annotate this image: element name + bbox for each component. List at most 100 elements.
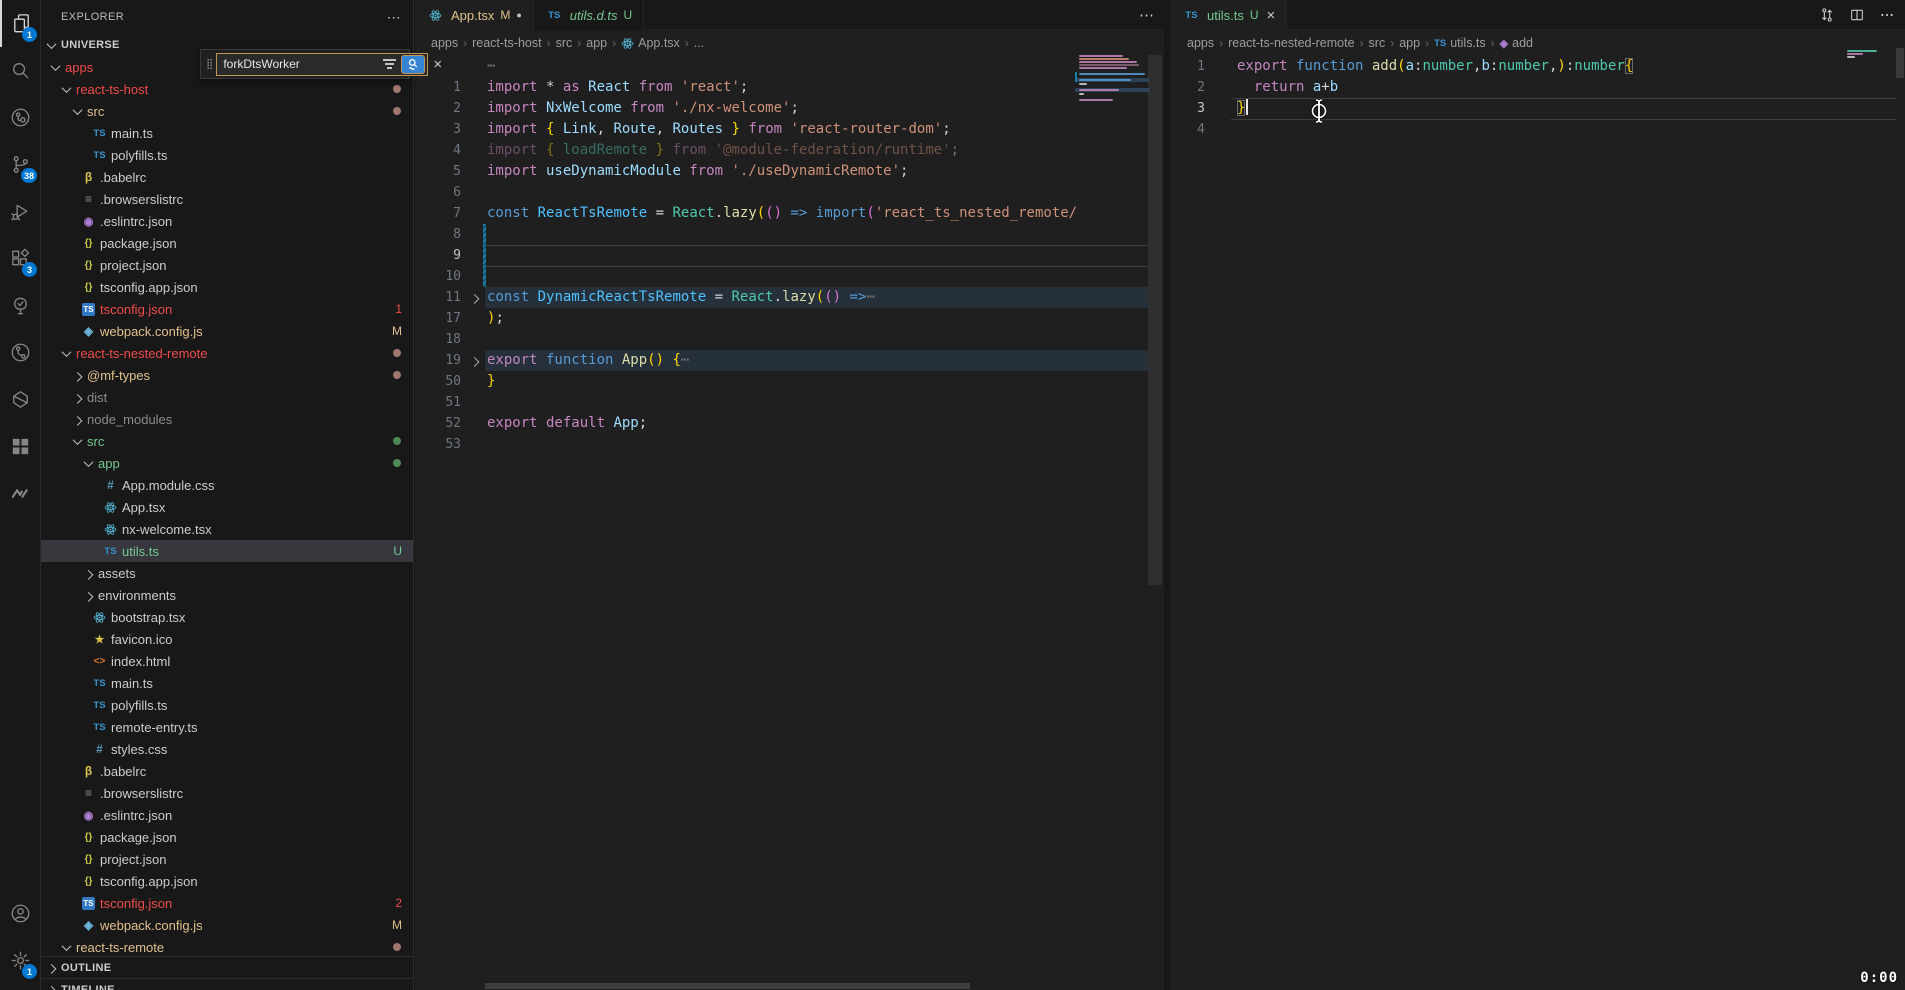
- source-control-icon[interactable]: 38: [0, 141, 41, 188]
- vertical-scrollbar[interactable]: [1148, 55, 1162, 585]
- tree-item-App.module.css[interactable]: #App.module.css: [41, 474, 413, 496]
- code-line-3[interactable]: 3import { Link, Route, Routes } from 're…: [415, 119, 1164, 140]
- projects-grid-icon[interactable]: [0, 423, 41, 470]
- filter-icon[interactable]: [383, 59, 396, 69]
- breadcrumb-item-add[interactable]: ◈add: [1500, 36, 1533, 50]
- tree-item-utils.ts[interactable]: TSutils.tsU: [41, 540, 413, 562]
- breadcrumb[interactable]: apps›react-ts-host›src›app›App.tsx›...: [415, 30, 1164, 56]
- breadcrumb-item-...[interactable]: ...: [694, 36, 704, 50]
- code-line-8[interactable]: 8: [415, 224, 1164, 245]
- tree-item-project.json[interactable]: {}project.json: [41, 848, 413, 870]
- tree-item-remote-entry.ts[interactable]: TSremote-entry.ts: [41, 716, 413, 738]
- tree-item-polyfills.ts[interactable]: TSpolyfills.ts: [41, 144, 413, 166]
- tree-item-tsconfig.app.json[interactable]: {}tsconfig.app.json: [41, 870, 413, 892]
- tree-item-src[interactable]: src: [41, 430, 413, 452]
- tree-item-app[interactable]: app: [41, 452, 413, 474]
- more-actions-icon[interactable]: ⋯: [1139, 6, 1154, 24]
- tree-item-assets[interactable]: assets: [41, 562, 413, 584]
- code-line-19[interactable]: 19export function App() {⋯: [415, 350, 1164, 371]
- dirty-dot-icon[interactable]: ●: [516, 10, 521, 20]
- code-editor-app-tsx[interactable]: ⋯1import * as React from 'react';2import…: [415, 56, 1164, 455]
- tree-item-nx-welcome.tsx[interactable]: nx-welcome.tsx: [41, 518, 413, 540]
- code-line-51[interactable]: 51: [415, 392, 1164, 413]
- code-line-18[interactable]: 18: [415, 329, 1164, 350]
- fold-chevron-icon[interactable]: [461, 350, 487, 371]
- fuzzy-match-button[interactable]: [401, 55, 425, 74]
- code-line-10[interactable]: 10: [415, 266, 1164, 287]
- code-line-6[interactable]: 6: [415, 182, 1164, 203]
- tree-item-bootstrap.tsx[interactable]: bootstrap.tsx: [41, 606, 413, 628]
- tree-item-src[interactable]: src: [41, 100, 413, 122]
- code-line-4[interactable]: 4: [1171, 119, 1905, 140]
- tree-item-App.tsx[interactable]: App.tsx: [41, 496, 413, 518]
- more-icon[interactable]: [1879, 7, 1895, 23]
- tree-item-tsconfig.app.json[interactable]: {}tsconfig.app.json: [41, 276, 413, 298]
- tree-item-node_modules[interactable]: node_modules: [41, 408, 413, 430]
- tree-item-environments[interactable]: environments: [41, 584, 413, 606]
- search-icon[interactable]: [0, 47, 41, 94]
- vertical-scrollbar[interactable]: [1896, 48, 1904, 78]
- tree-find-input[interactable]: [223, 57, 378, 71]
- tree-item-webpack.config.js[interactable]: ◈webpack.config.jsM: [41, 914, 413, 936]
- git-graph-icon[interactable]: [0, 329, 41, 376]
- code-line-2[interactable]: 2 return a+b: [1171, 77, 1905, 98]
- tab-App.tsx[interactable]: App.tsxM●: [415, 0, 534, 30]
- tree-item-tsconfig.json[interactable]: TStsconfig.json2: [41, 892, 413, 914]
- tree-item-dist[interactable]: dist: [41, 386, 413, 408]
- nx-console-icon[interactable]: [0, 376, 41, 423]
- explorer-icon[interactable]: 1: [0, 0, 41, 47]
- tree-item-favicon.ico[interactable]: ★favicon.ico: [41, 628, 413, 650]
- settings-icon[interactable]: 1: [0, 937, 41, 984]
- tree-item-.eslintrc.json[interactable]: ◉.eslintrc.json: [41, 804, 413, 826]
- breadcrumb-item-react-ts-host[interactable]: react-ts-host: [472, 36, 541, 50]
- tree-item-react-ts-nested-remote[interactable]: react-ts-nested-remote: [41, 342, 413, 364]
- split-editor-icon[interactable]: [1849, 7, 1865, 23]
- tree-item-.browserslistrc[interactable]: ≡.browserslistrc: [41, 782, 413, 804]
- outline-section[interactable]: OUTLINE: [41, 956, 413, 978]
- wave-icon[interactable]: [0, 470, 41, 517]
- code-line-11[interactable]: 11const DynamicReactTsRemote = React.laz…: [415, 287, 1164, 308]
- breadcrumb-item-apps[interactable]: apps: [431, 36, 458, 50]
- tab-utils.d.ts[interactable]: TSutils.d.tsU: [534, 0, 644, 30]
- tab-utils.ts[interactable]: TSutils.tsU×: [1171, 0, 1287, 30]
- close-icon[interactable]: ×: [1267, 7, 1276, 24]
- tree-item-styles.css[interactable]: #styles.css: [41, 738, 413, 760]
- code-line-1[interactable]: 1export function add(a:number,b:number,)…: [1171, 56, 1905, 77]
- breadcrumb-item-app[interactable]: app: [1399, 36, 1420, 50]
- close-icon[interactable]: ×: [433, 56, 442, 73]
- code-line-9[interactable]: 9: [415, 245, 1164, 266]
- minimap[interactable]: [1845, 48, 1885, 110]
- code-line-ellipsis[interactable]: ⋯: [415, 56, 1164, 77]
- breadcrumb[interactable]: apps›react-ts-nested-remote›src›app›TSut…: [1171, 30, 1905, 56]
- drag-handle-icon[interactable]: ⣿: [206, 59, 213, 70]
- breadcrumb-item-src[interactable]: src: [556, 36, 573, 50]
- accounts-icon[interactable]: [0, 890, 41, 937]
- code-editor-utils-ts[interactable]: 1export function add(a:number,b:number,)…: [1171, 56, 1905, 140]
- code-line-2[interactable]: 2import NxWelcome from './nx-welcome';: [415, 98, 1164, 119]
- testing-tree-icon[interactable]: [0, 282, 41, 329]
- tree-item-tsconfig.json[interactable]: TStsconfig.json1: [41, 298, 413, 320]
- tree-item-project.json[interactable]: {}project.json: [41, 254, 413, 276]
- timeline-section[interactable]: TIMELINE: [41, 978, 413, 990]
- code-line-5[interactable]: 5import useDynamicModule from './useDyna…: [415, 161, 1164, 182]
- run-debug-icon[interactable]: [0, 188, 41, 235]
- code-line-1[interactable]: 1import * as React from 'react';: [415, 77, 1164, 98]
- tree-item-main.ts[interactable]: TSmain.ts: [41, 672, 413, 694]
- tree-item-webpack.config.js[interactable]: ◈webpack.config.jsM: [41, 320, 413, 342]
- code-line-3[interactable]: 3}: [1171, 98, 1905, 119]
- tree-item-react-ts-host[interactable]: react-ts-host: [41, 78, 413, 100]
- code-line-52[interactable]: 52export default App;: [415, 413, 1164, 434]
- breadcrumb-item-apps[interactable]: apps: [1187, 36, 1214, 50]
- tree-item-package.json[interactable]: {}package.json: [41, 232, 413, 254]
- tree-item-polyfills.ts[interactable]: TSpolyfills.ts: [41, 694, 413, 716]
- explorer-more-actions-icon[interactable]: ⋯: [387, 9, 401, 26]
- tree-item-main.ts[interactable]: TSmain.ts: [41, 122, 413, 144]
- minimap[interactable]: [1075, 53, 1149, 115]
- breadcrumb-item-src[interactable]: src: [1369, 36, 1386, 50]
- horizontal-scrollbar[interactable]: [485, 983, 970, 989]
- tree-item-.browserslistrc[interactable]: ≡.browserslistrc: [41, 188, 413, 210]
- breadcrumb-item-app[interactable]: app: [586, 36, 607, 50]
- code-line-17[interactable]: 17);: [415, 308, 1164, 329]
- tree-item-index.html[interactable]: <>index.html: [41, 650, 413, 672]
- breadcrumb-item-App.tsx[interactable]: App.tsx: [621, 36, 680, 50]
